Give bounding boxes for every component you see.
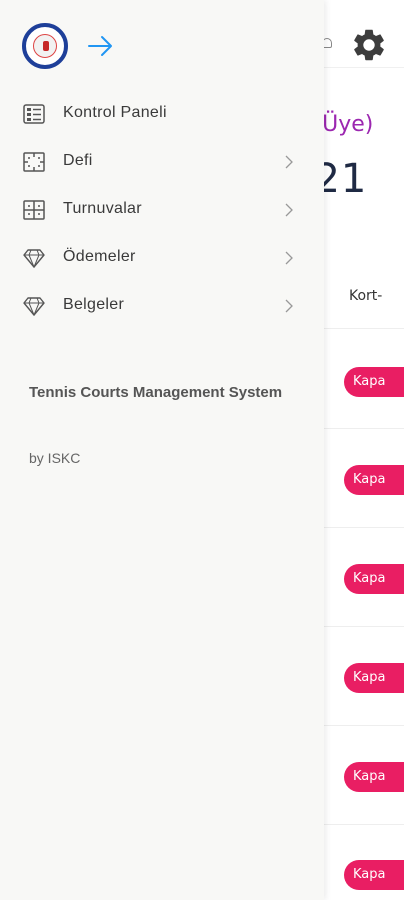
status-badge[interactable]: Kapa [344, 860, 404, 890]
column-header: Kort- [349, 288, 383, 304]
app-author: by ISKC [29, 450, 81, 466]
logo-figure [43, 41, 49, 51]
arrow-right-icon[interactable] [86, 32, 116, 60]
row-divider [324, 626, 404, 627]
row-divider [324, 725, 404, 726]
row-divider [324, 428, 404, 429]
chevron-right-icon [285, 203, 293, 217]
menu-item-label: Kontrol Paneli [63, 104, 167, 121]
navigation-drawer: Kontrol Paneli Defi Turnuvalar Ödemeler … [0, 0, 324, 900]
diamond-icon [23, 297, 45, 316]
diamond-icon [23, 249, 45, 268]
menu-item-turnuvalar[interactable]: Turnuvalar [0, 186, 324, 234]
menu-item-label: Turnuvalar [63, 200, 142, 217]
menu-item-defi[interactable]: Defi [0, 138, 324, 186]
status-badge[interactable]: Kapa [344, 564, 404, 594]
chevron-right-icon [285, 155, 293, 169]
status-badge[interactable]: Kapa [344, 465, 404, 495]
chevron-right-icon [285, 251, 293, 265]
status-badge[interactable]: Kapa [344, 367, 404, 397]
drawer-menu: Kontrol Paneli Defi Turnuvalar Ödemeler … [0, 90, 324, 330]
menu-item-label: Defi [63, 152, 93, 169]
row-divider [324, 527, 404, 528]
dashboard-icon [23, 104, 45, 124]
chevron-right-icon [285, 299, 293, 313]
menu-item-label: Ödemeler [63, 248, 136, 265]
menu-item-label: Belgeler [63, 296, 125, 313]
club-logo [22, 23, 68, 69]
menu-item-kontrol-paneli[interactable]: Kontrol Paneli [0, 90, 324, 138]
menu-item-odemeler[interactable]: Ödemeler [0, 234, 324, 282]
grid-icon [23, 200, 45, 220]
row-divider [324, 328, 404, 329]
logo-emblem [33, 34, 57, 58]
gear-icon[interactable] [350, 26, 388, 64]
app-name: Tennis Courts Management System [29, 384, 283, 401]
status-badge[interactable]: Kapa [344, 762, 404, 792]
status-badge[interactable]: Kapa [344, 663, 404, 693]
row-divider [324, 824, 404, 825]
grid-icon [23, 152, 45, 172]
menu-item-belgeler[interactable]: Belgeler [0, 282, 324, 330]
